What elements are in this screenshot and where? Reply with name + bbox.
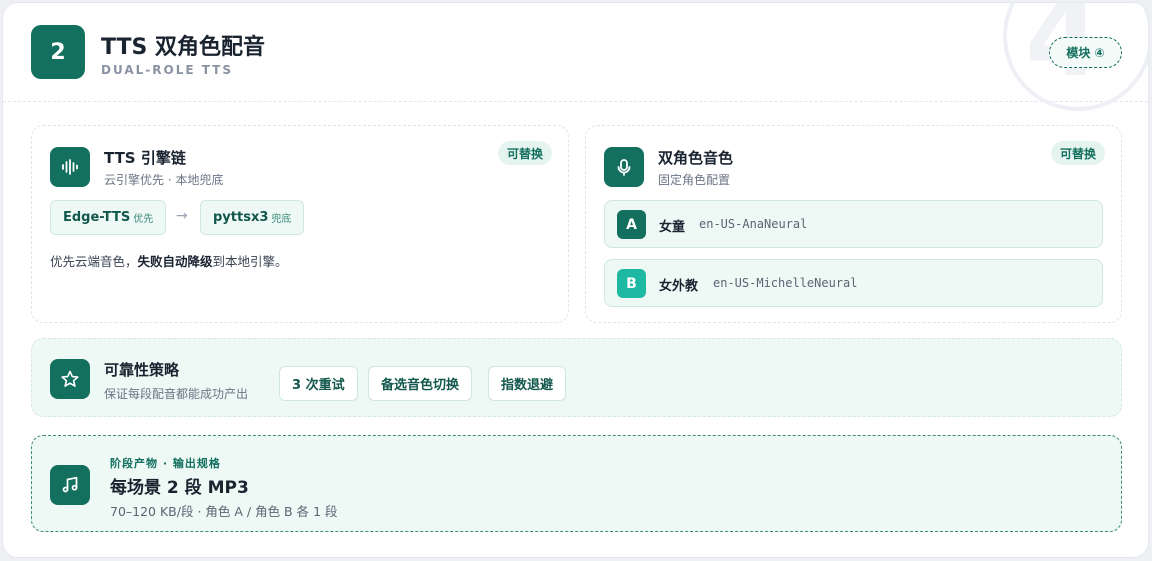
- star-icon: [50, 359, 90, 399]
- chain-arrow-icon: →: [176, 208, 188, 224]
- engine-desc-text: 优先云端音色，: [50, 254, 138, 269]
- voice-panel: 双角色音色 固定角色配置 可替换 A 女童 en-US-AnaNeural B …: [585, 125, 1122, 323]
- engine-chip-note: 优先: [133, 214, 154, 225]
- module-subtitle: DUAL-ROLE TTS: [101, 63, 234, 77]
- engine-chip-primary[interactable]: Edge-TTS 优先: [50, 200, 167, 235]
- strategy-chip-alt-voice[interactable]: 备选音色切换: [368, 366, 473, 401]
- step-number-badge: 2: [31, 25, 85, 79]
- output-title: 每场景 2 段 MP3: [110, 478, 249, 498]
- engine-chip-note: 兜底: [271, 214, 292, 225]
- engine-chip-fallback[interactable]: pyttsx3 兜底: [200, 200, 305, 235]
- engine-desc-emphasis: 失败自动降级: [137, 254, 213, 269]
- module-card: 2 TTS 双角色配音 DUAL-ROLE TTS 4 模块 ④ TTS 引擎链…: [2, 2, 1149, 558]
- output-panel: 阶段产物 · 输出规格 每场景 2 段 MP3 70–120 KB/段 · 角色…: [31, 435, 1122, 532]
- engine-panel-title: TTS 引擎链: [104, 149, 186, 167]
- engine-chip-name: Edge-TTS: [63, 210, 131, 225]
- voice-letter-badge: A: [617, 210, 646, 239]
- output-kicker: 阶段产物 · 输出规格: [110, 457, 221, 470]
- module-title: TTS 双角色配音: [101, 35, 266, 60]
- voice-id: en-US-MichelleNeural: [713, 276, 858, 290]
- waveform-icon: [50, 147, 90, 187]
- voice-id: en-US-AnaNeural: [699, 217, 808, 231]
- microphone-icon: [604, 147, 644, 187]
- strategy-subtitle: 保证每段配音都能成功产出: [104, 387, 249, 401]
- engine-description: 优先云端音色，失败自动降级到本地引擎。: [50, 251, 288, 270]
- strategy-panel: 可靠性策略 保证每段配音都能成功产出 3 次重试 备选音色切换 指数退避: [31, 338, 1122, 417]
- engine-desc-text: 到本地引擎。: [212, 254, 288, 269]
- strategy-chip-retry[interactable]: 3 次重试: [279, 366, 358, 401]
- voice-role: 女童: [659, 220, 686, 235]
- music-note-icon: [50, 465, 90, 505]
- output-detail: 70–120 KB/段 · 角色 A / 角色 B 各 1 段: [110, 504, 338, 519]
- voice-role: 女外教: [659, 279, 699, 294]
- engine-panel: TTS 引擎链 云引擎优先 · 本地兜底 可替换 Edge-TTS 优先 → py…: [31, 125, 569, 323]
- module-tag[interactable]: 模块 ④: [1049, 37, 1122, 68]
- voice-panel-title: 双角色音色: [658, 149, 734, 167]
- voice-swap-tag[interactable]: 可替换: [1051, 141, 1106, 165]
- module-header: 2 TTS 双角色配音 DUAL-ROLE TTS 4 模块 ④: [3, 3, 1148, 111]
- strategy-chip-backoff[interactable]: 指数退避: [488, 366, 567, 401]
- engine-swap-tag[interactable]: 可替换: [498, 141, 553, 165]
- voice-letter-badge: B: [617, 269, 646, 298]
- voice-row-b[interactable]: B 女外教 en-US-MichelleNeural: [604, 259, 1103, 307]
- engine-panel-subtitle: 云引擎优先 · 本地兜底: [104, 173, 224, 187]
- voice-panel-subtitle: 固定角色配置: [658, 173, 731, 187]
- voice-row-a[interactable]: A 女童 en-US-AnaNeural: [604, 200, 1103, 248]
- engine-chip-name: pyttsx3: [213, 210, 269, 225]
- strategy-title: 可靠性策略: [104, 361, 180, 379]
